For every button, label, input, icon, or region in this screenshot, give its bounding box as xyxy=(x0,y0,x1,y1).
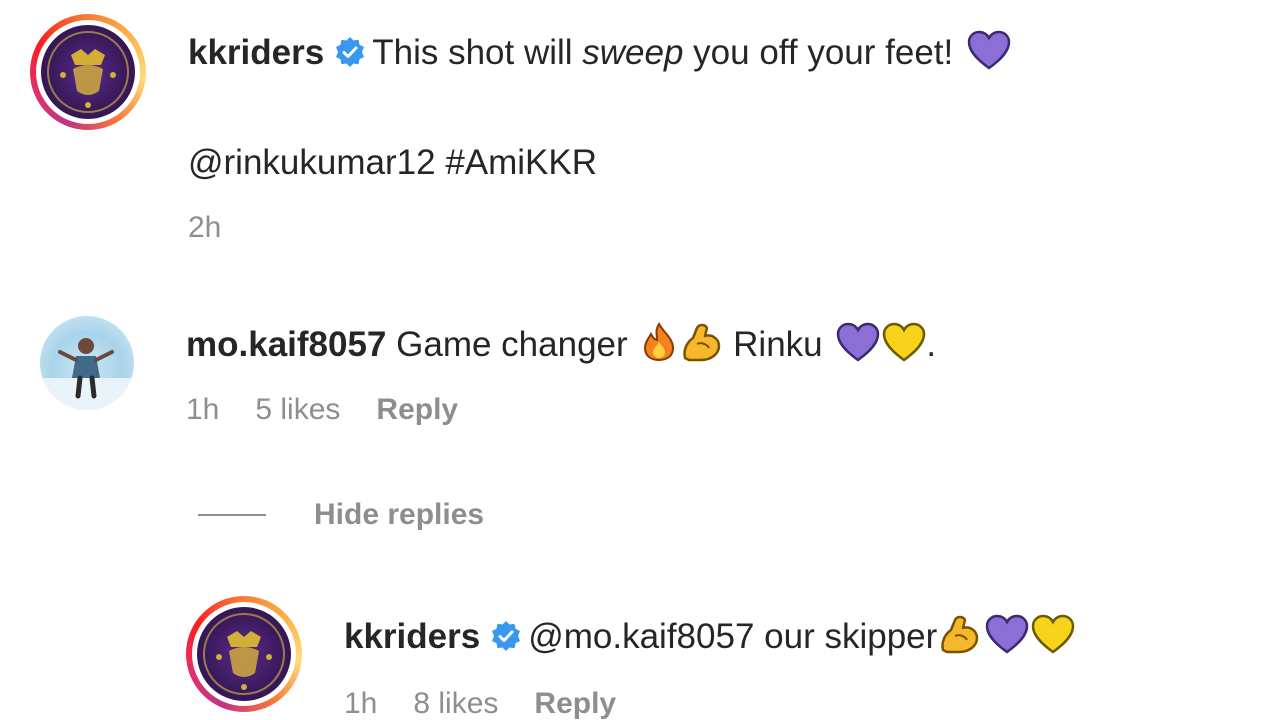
caption-line-1: kkriders This shot will sweep you off you… xyxy=(188,30,1011,81)
verified-badge-icon xyxy=(490,619,522,663)
caption-mention[interactable]: @rinkukumar12 xyxy=(188,143,436,182)
purple-heart-icon xyxy=(985,614,1029,665)
nested-reply: kkriders @mo.kaif8057 our skipper 1h 8 li… xyxy=(186,596,1075,720)
reply-meta: 1h 8 likes Reply xyxy=(344,687,1075,720)
fire-icon xyxy=(641,322,677,373)
comment-text-end: . xyxy=(926,325,937,364)
reply-mention[interactable]: @mo.kaif8057 xyxy=(528,617,754,656)
caption-timestamp[interactable]: 2h xyxy=(188,211,221,245)
comment-username[interactable]: mo.kaif8057 xyxy=(186,325,386,364)
flexed-biceps-icon xyxy=(937,614,981,665)
mo-kaif-avatar[interactable] xyxy=(40,316,134,410)
reply-text: our skipper xyxy=(764,617,938,656)
kkriders-avatar[interactable] xyxy=(30,14,146,130)
reply-line: kkriders @mo.kaif8057 our skipper xyxy=(344,614,1075,665)
kkr-logo xyxy=(197,607,291,701)
reply-timestamp[interactable]: 1h xyxy=(344,687,377,720)
hide-replies-divider xyxy=(198,514,266,516)
kkriders-avatar[interactable] xyxy=(186,596,302,712)
comment-meta: 1h 5 likes Reply xyxy=(186,393,936,427)
caption-username[interactable]: kkriders xyxy=(188,33,324,72)
caption-line-2: @rinkukumar12 #AmiKKR xyxy=(188,141,1011,185)
reply-username[interactable]: kkriders xyxy=(344,617,480,656)
caption-text-after: you off your feet! xyxy=(683,33,954,72)
purple-heart-icon xyxy=(836,322,880,373)
comment-line: mo.kaif8057 Game changer Rinku . xyxy=(186,322,936,373)
yellow-heart-icon xyxy=(882,322,926,373)
comment-text-before: Game changer xyxy=(396,325,628,364)
caption-text-italic: sweep xyxy=(582,33,684,72)
hide-replies-label: Hide replies xyxy=(314,498,485,531)
post-caption: kkriders This shot will sweep you off you… xyxy=(30,14,1011,245)
verified-badge-icon xyxy=(334,35,366,79)
comment: mo.kaif8057 Game changer Rinku . 1h 5 li… xyxy=(40,316,936,427)
comments-panel: kkriders This shot will sweep you off you… xyxy=(0,0,1280,720)
flexed-biceps-icon xyxy=(679,322,723,373)
comment-likes[interactable]: 5 likes xyxy=(255,393,340,427)
reply-likes[interactable]: 8 likes xyxy=(413,687,498,720)
caption-hashtag[interactable]: #AmiKKR xyxy=(445,143,597,182)
hide-replies-button[interactable]: Hide replies xyxy=(198,498,484,532)
caption-meta: 2h xyxy=(188,211,1011,245)
comment-timestamp[interactable]: 1h xyxy=(186,393,219,427)
comment-reply-button[interactable]: Reply xyxy=(376,393,458,427)
purple-heart-icon xyxy=(967,30,1011,81)
kkr-logo xyxy=(41,25,135,119)
yellow-heart-icon xyxy=(1031,614,1075,665)
caption-text-before: This shot will xyxy=(372,33,583,72)
comment-text-middle: Rinku xyxy=(733,325,823,364)
reply-reply-button[interactable]: Reply xyxy=(534,687,616,720)
